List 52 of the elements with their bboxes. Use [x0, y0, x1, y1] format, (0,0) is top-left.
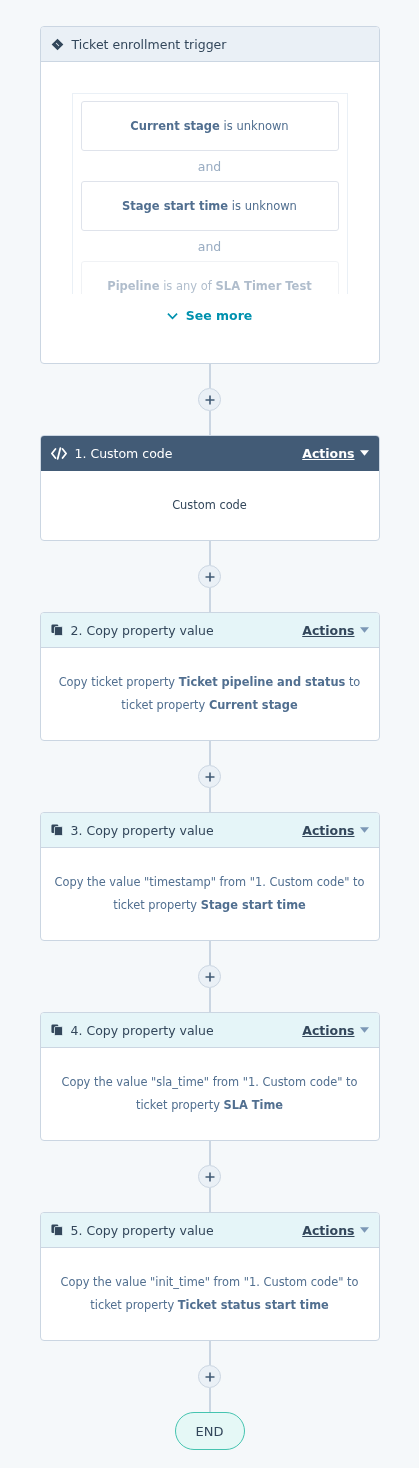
plus-icon	[204, 1171, 215, 1182]
caret-icon	[359, 1027, 369, 1033]
copy-icon	[50, 824, 63, 836]
code-icon	[50, 446, 67, 460]
add-step-button[interactable]	[198, 565, 221, 588]
end-node: END	[174, 1412, 245, 1450]
card-title: 5. Copy property value	[70, 1222, 215, 1238]
add-step-button[interactable]	[198, 1165, 221, 1188]
card-title: 3. Copy property value	[70, 822, 215, 838]
action-card[interactable]: 2. Copy property value Actions Copy ticket property Ticket pipeline and status to ticket property Current stage	[39, 612, 380, 741]
card-title: 2. Copy property value	[70, 622, 215, 638]
copy-icon	[50, 624, 63, 636]
caret-icon	[359, 1227, 369, 1233]
card-title: 4. Copy property value	[70, 1022, 215, 1038]
joiner-text: and	[196, 237, 223, 256]
joiner-text: and	[196, 157, 223, 176]
chevron-down-icon	[166, 311, 178, 320]
see-more-link[interactable]: See more	[166, 308, 253, 323]
action-card[interactable]: 4. Copy property value Actions Copy the value "sla_time" from "1. Custom code" to ticket property SLA Time	[39, 1012, 380, 1141]
plus-icon	[204, 1371, 215, 1382]
caret-icon	[359, 450, 369, 456]
plus-icon	[204, 771, 215, 782]
step-description: Copy ticket property Ticket pipeline and status to ticket property Current stage	[57, 674, 362, 714]
condition-card[interactable]: Stage start time is unknown	[80, 181, 339, 231]
card-title: Ticket enrollment trigger	[71, 36, 228, 52]
actions-dropdown[interactable]: Actions	[302, 1022, 369, 1038]
action-card[interactable]: 3. Copy property value Actions Copy the value "timestamp" from "1. Custom code" to ticket property Stage start time	[39, 812, 380, 941]
add-step-button[interactable]	[198, 1365, 221, 1388]
card-title: 1. Custom code	[74, 445, 174, 461]
actions-dropdown[interactable]: Actions	[302, 822, 369, 838]
action-card[interactable]: 1. Custom code Actions Custom code	[39, 435, 380, 541]
trigger-card[interactable]: Ticket enrollment trigger Current stage is unknown and Stage start time is unknown and Pipeline is any of SLA Timer Test See more	[39, 26, 380, 364]
step-description: Copy the value "timestamp" from "1. Custom code" to ticket property Stage start time	[53, 874, 366, 914]
add-step-button[interactable]	[198, 965, 221, 988]
copy-icon	[50, 1024, 63, 1036]
copy-icon	[50, 1224, 63, 1236]
actions-dropdown[interactable]: Actions	[302, 445, 369, 461]
action-card[interactable]: 5. Copy property value Actions Copy the value "init_time" from "1. Custom code" to ticket property Ticket status start time	[39, 1212, 380, 1341]
ticket-icon	[50, 37, 64, 51]
actions-dropdown[interactable]: Actions	[302, 1222, 369, 1238]
add-step-button[interactable]	[198, 388, 221, 411]
caret-icon	[359, 627, 369, 633]
add-step-button[interactable]	[198, 765, 221, 788]
plus-icon	[204, 571, 215, 582]
plus-icon	[204, 394, 215, 405]
plus-icon	[204, 971, 215, 982]
step-description: Custom code	[172, 497, 247, 514]
actions-dropdown[interactable]: Actions	[302, 622, 369, 638]
caret-icon	[359, 827, 369, 833]
step-description: Copy the value "sla_time" from "1. Custom code" to ticket property SLA Time	[60, 1074, 359, 1114]
step-description: Copy the value "init_time" from "1. Custom code" to ticket property Ticket status start time	[59, 1274, 360, 1314]
condition-card[interactable]: Current stage is unknown	[80, 101, 339, 151]
